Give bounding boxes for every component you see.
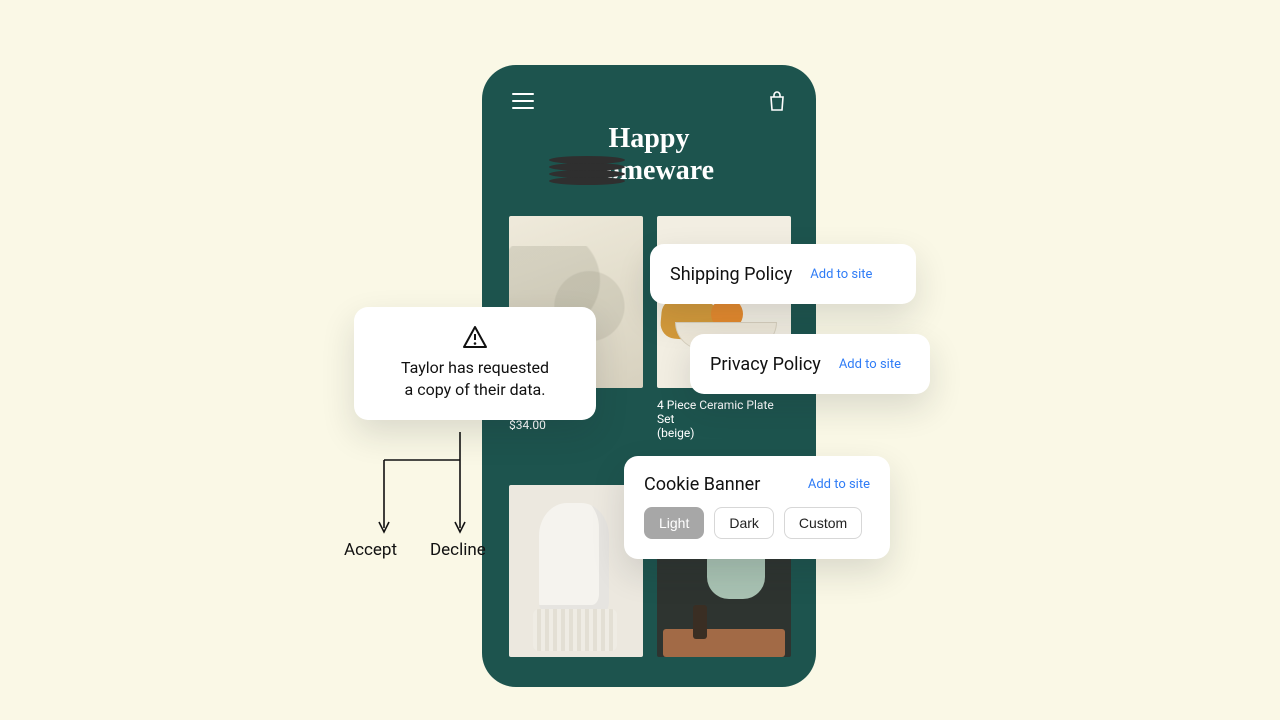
decision-flow: Accept Decline — [370, 432, 560, 562]
data-request-line1: Taylor has requested — [401, 358, 549, 377]
cookie-theme-segmented: Light Dark Custom — [644, 507, 870, 539]
cookie-theme-light[interactable]: Light — [644, 507, 704, 539]
shipping-policy-card: Shipping Policy Add to site — [650, 244, 916, 304]
data-request-line2: a copy of their data. — [405, 380, 546, 399]
cookie-theme-dark[interactable]: Dark — [714, 507, 774, 539]
hamburger-menu-icon[interactable] — [512, 93, 534, 109]
decline-button[interactable]: Decline — [430, 540, 486, 560]
cookie-theme-custom[interactable]: Custom — [784, 507, 862, 539]
product-name: 4 Piece Ceramic Plate Set — [657, 398, 791, 426]
shipping-add-link[interactable]: Add to site — [810, 267, 872, 282]
data-request-message: Taylor has requested a copy of their dat… — [370, 357, 580, 400]
cookie-banner-label: Cookie Banner — [644, 474, 760, 495]
canvas: Happy Homeware mic Plate Set $34.00 4 Pi… — [0, 0, 1280, 720]
privacy-policy-label: Privacy Policy — [710, 354, 821, 375]
product-variant: (beige) — [657, 426, 791, 440]
store-title: Happy Homeware — [482, 123, 816, 187]
cookie-banner-card: Cookie Banner Add to site Light Dark Cus… — [624, 456, 890, 559]
accept-button[interactable]: Accept — [344, 540, 397, 560]
flow-arrows-icon — [370, 432, 560, 552]
cookie-add-link[interactable]: Add to site — [808, 477, 870, 492]
data-request-card: Taylor has requested a copy of their dat… — [354, 307, 596, 420]
warning-icon — [370, 325, 580, 349]
privacy-policy-card: Privacy Policy Add to site — [690, 334, 930, 394]
shopping-bag-icon[interactable] — [768, 91, 786, 111]
shipping-policy-label: Shipping Policy — [670, 264, 792, 285]
store-title-line2: Homeware — [482, 155, 816, 187]
product-price: $34.00 — [509, 418, 643, 432]
privacy-add-link[interactable]: Add to site — [839, 357, 901, 372]
store-title-line1: Happy — [482, 123, 816, 155]
